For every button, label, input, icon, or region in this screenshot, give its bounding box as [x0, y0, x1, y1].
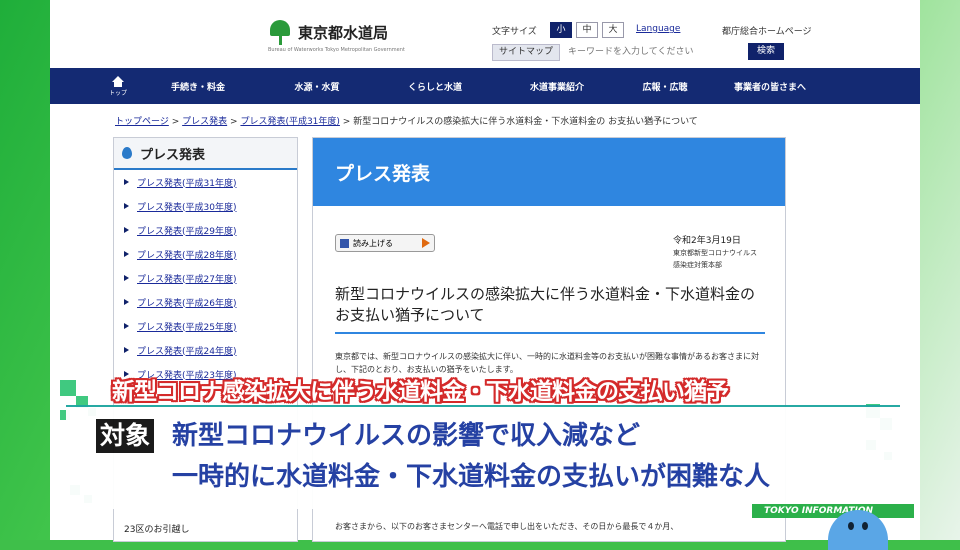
- sidebar-title: プレス発表: [114, 138, 297, 170]
- font-size-small-button[interactable]: 小: [550, 22, 572, 38]
- sidebar-item[interactable]: プレス発表(平成31年度): [114, 170, 297, 194]
- sidebar-list: プレス発表(平成31年度) プレス発表(平成30年度) プレス発表(平成29年度…: [114, 170, 297, 386]
- font-size-medium-button[interactable]: 中: [576, 22, 598, 38]
- arrow-right-icon: [124, 299, 129, 305]
- search-button[interactable]: 検索: [748, 43, 784, 60]
- sidebar-footer-item[interactable]: 23区のお引越し: [124, 522, 189, 535]
- channel-label: TOKYO INFORMATION: [752, 504, 914, 518]
- nav-item-business[interactable]: 水道事業紹介: [494, 80, 620, 93]
- site-logo[interactable]: 東京都水道局: [268, 20, 388, 46]
- nav-home-label: トップ: [108, 89, 127, 97]
- sidebar-item[interactable]: プレス発表(平成24年度): [114, 338, 297, 362]
- nav-item-procedures[interactable]: 手続き・料金: [138, 80, 258, 93]
- language-link[interactable]: Language: [636, 24, 680, 34]
- caption-title: 新型コロナ感染拡大に伴う水道料金・下水道料金の支払い猶予: [112, 379, 729, 405]
- article-body-2: お客さまから、以下のお客さまセンターへ電話で申し出をいただき、その日から最長で４…: [335, 522, 679, 531]
- arrow-right-icon: [124, 203, 129, 209]
- breadcrumb-press-h31[interactable]: プレス発表(平成31年度): [240, 117, 339, 127]
- water-drop-icon: [122, 147, 132, 159]
- play-icon: [422, 238, 430, 248]
- nav-item-water-quality[interactable]: 水源・水質: [258, 80, 376, 93]
- arrow-right-icon: [124, 347, 129, 353]
- sidebar-item[interactable]: プレス発表(平成26年度): [114, 290, 297, 314]
- caption-line-1: 新型コロナウイルスの影響で収入減など: [172, 421, 641, 451]
- site-header: 東京都水道局 Bureau of Waterworks Tokyo Metrop…: [50, 0, 920, 68]
- caption-box: 対象 新型コロナウイルスの影響で収入減など 一時的に水道料金・下水道料金の支払い…: [66, 405, 900, 509]
- read-aloud-button[interactable]: 読み上げる: [335, 234, 435, 252]
- press-dept: 感染症対策本部: [673, 261, 722, 269]
- caption-title-banner: 新型コロナ感染拡大に伴う水道料金・下水道料金の支払い猶予: [112, 372, 852, 406]
- arrow-right-icon: [124, 323, 129, 329]
- article-title: 新型コロナウイルスの感染拡大に伴う水道料金・下水道料金のお支払い猶予について: [335, 284, 765, 334]
- arrow-right-icon: [124, 179, 129, 185]
- nav-item-operators[interactable]: 事業者の皆さまへ: [710, 80, 830, 93]
- arrow-right-icon: [124, 275, 129, 281]
- speaker-icon: [340, 238, 349, 248]
- breadcrumb-top[interactable]: トップページ: [115, 117, 169, 127]
- nav-item-life[interactable]: くらしと水道: [376, 80, 494, 93]
- font-size-label: 文字サイズ: [492, 27, 537, 37]
- breadcrumb: トップページ > プレス発表 > プレス発表(平成31年度) > 新型コロナウイ…: [115, 117, 698, 127]
- ginkgo-logo-icon: [268, 20, 292, 46]
- global-nav: トップ 手続き・料金 水源・水質 くらしと水道 水道事業紹介 広報・広聴 事業者…: [50, 68, 920, 104]
- sitemap-button[interactable]: サイトマップ: [492, 44, 560, 61]
- home-icon: [112, 75, 124, 87]
- search-input[interactable]: [568, 44, 748, 59]
- font-size-large-button[interactable]: 大: [602, 22, 624, 38]
- sidebar-item[interactable]: プレス発表(平成30年度): [114, 194, 297, 218]
- breadcrumb-press[interactable]: プレス発表: [182, 117, 227, 127]
- arrow-right-icon: [124, 251, 129, 257]
- nav-item-pr[interactable]: 広報・広聴: [620, 80, 710, 93]
- site-name: 東京都水道局: [298, 24, 389, 42]
- sidebar-item[interactable]: プレス発表(平成29年度): [114, 218, 297, 242]
- caption-line-2: 一時的に水道料金・下水道料金の支払いが困難な人: [172, 462, 771, 492]
- sidebar-item[interactable]: プレス発表(平成25年度): [114, 314, 297, 338]
- caption-tag: 対象: [96, 419, 155, 453]
- breadcrumb-current: 新型コロナウイルスの感染拡大に伴う水道料金・下水道料金の お支払い猶予について: [353, 117, 698, 127]
- press-org: 東京都新型コロナウイルス: [673, 249, 757, 257]
- sidebar-item[interactable]: プレス発表(平成28年度): [114, 242, 297, 266]
- gov-home-link[interactable]: 都庁総合ホームページ: [722, 24, 812, 37]
- sidebar-item[interactable]: プレス発表(平成27年度): [114, 266, 297, 290]
- press-date: 令和2年3月19日: [673, 236, 741, 246]
- main-heading: プレス発表: [313, 138, 785, 206]
- arrow-right-icon: [124, 227, 129, 233]
- site-subtitle: Bureau of Waterworks Tokyo Metropolitan …: [268, 47, 405, 53]
- nav-home[interactable]: トップ: [98, 68, 138, 104]
